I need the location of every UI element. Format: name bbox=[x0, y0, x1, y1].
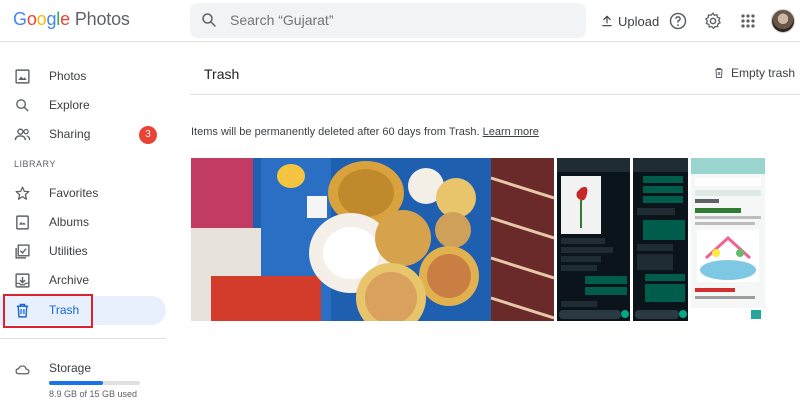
shopping-screenshot[interactable] bbox=[691, 158, 765, 321]
page-title: Trash bbox=[204, 66, 240, 82]
empty-trash-icon bbox=[715, 68, 723, 78]
upload-button[interactable]: Upload bbox=[600, 11, 659, 31]
chat-screenshot-image bbox=[633, 158, 688, 321]
cloud-icon bbox=[15, 365, 30, 375]
logo-letter: o bbox=[26, 9, 37, 29]
logo-product-name: Photos bbox=[74, 9, 130, 29]
logo-letter: e bbox=[60, 9, 70, 29]
storage-used-text: 8.9 GB of 15 GB used bbox=[49, 389, 138, 399]
sidebar-item-label: Explore bbox=[49, 98, 90, 112]
sidebar: Photos Explore Sharing 3 LIBRARY Favorit… bbox=[0, 42, 180, 405]
utilities-icon bbox=[15, 244, 30, 259]
search-bar[interactable] bbox=[190, 3, 586, 38]
sidebar-item-label: Favorites bbox=[49, 186, 99, 200]
sidebar-item-favorites[interactable]: Favorites bbox=[0, 179, 166, 208]
help-icon[interactable] bbox=[668, 11, 688, 31]
learn-more-link[interactable]: Learn more bbox=[483, 126, 539, 138]
highlight-box bbox=[3, 294, 93, 328]
sidebar-item-explore[interactable]: Explore bbox=[0, 91, 166, 120]
star-icon bbox=[15, 186, 30, 200]
sidebar-item-sharing[interactable]: Sharing 3 bbox=[0, 120, 166, 149]
apps-grid-icon[interactable] bbox=[738, 11, 758, 31]
logo-letter: G bbox=[13, 9, 27, 29]
library-section-label: LIBRARY bbox=[14, 159, 56, 169]
notice-text: Items will be permanently deleted after … bbox=[191, 126, 480, 138]
sidebar-item-archive[interactable]: Archive bbox=[0, 266, 166, 295]
archive-icon bbox=[15, 273, 30, 288]
search-input[interactable] bbox=[230, 10, 570, 30]
main-content: Trash Empty trash Items will be permanen… bbox=[190, 42, 800, 405]
notification-badge: 3 bbox=[139, 126, 157, 144]
shopping-screenshot-image bbox=[691, 158, 765, 321]
google-photos-logo[interactable]: Google Photos bbox=[13, 9, 130, 30]
people-icon bbox=[14, 128, 31, 141]
food-thali-photo[interactable] bbox=[191, 158, 554, 321]
food-thali-image bbox=[191, 158, 554, 321]
sidebar-item-albums[interactable]: Albums bbox=[0, 208, 166, 237]
empty-trash-label: Empty trash bbox=[730, 66, 795, 80]
sidebar-item-label: Photos bbox=[49, 69, 87, 83]
chat-screenshot-1[interactable] bbox=[557, 158, 630, 321]
empty-trash-button[interactable]: Empty trash bbox=[713, 66, 795, 80]
sidebar-item-label: Utilities bbox=[49, 244, 88, 258]
sidebar-item-photos[interactable]: Photos bbox=[0, 62, 166, 91]
album-icon bbox=[16, 215, 29, 230]
chat-screenshot-image bbox=[557, 158, 630, 321]
sidebar-item-label: Archive bbox=[49, 273, 90, 287]
sidebar-item-label: Sharing bbox=[49, 127, 91, 141]
sidebar-item-utilities[interactable]: Utilities bbox=[0, 237, 166, 266]
storage-progress-bar bbox=[49, 381, 140, 385]
title-divider bbox=[190, 94, 800, 95]
upload-icon bbox=[602, 15, 612, 27]
logo-letter: g bbox=[46, 9, 57, 29]
photo-icon bbox=[15, 69, 30, 84]
storage-label[interactable]: Storage bbox=[49, 361, 91, 375]
logo-letter: o bbox=[36, 9, 47, 29]
sidebar-divider bbox=[0, 338, 166, 339]
sidebar-item-label: Albums bbox=[49, 215, 90, 229]
deletion-notice: Items will be permanently deleted after … bbox=[191, 126, 539, 138]
upload-label: Upload bbox=[618, 13, 660, 29]
avatar[interactable] bbox=[771, 9, 795, 33]
top-bar: GooglePhotos Upload bbox=[0, 0, 800, 42]
storage-progress-fill bbox=[49, 381, 103, 385]
search-icon bbox=[16, 99, 29, 112]
chat-screenshot-2[interactable] bbox=[633, 158, 688, 321]
settings-icon[interactable] bbox=[703, 11, 723, 31]
search-icon[interactable] bbox=[200, 11, 218, 29]
